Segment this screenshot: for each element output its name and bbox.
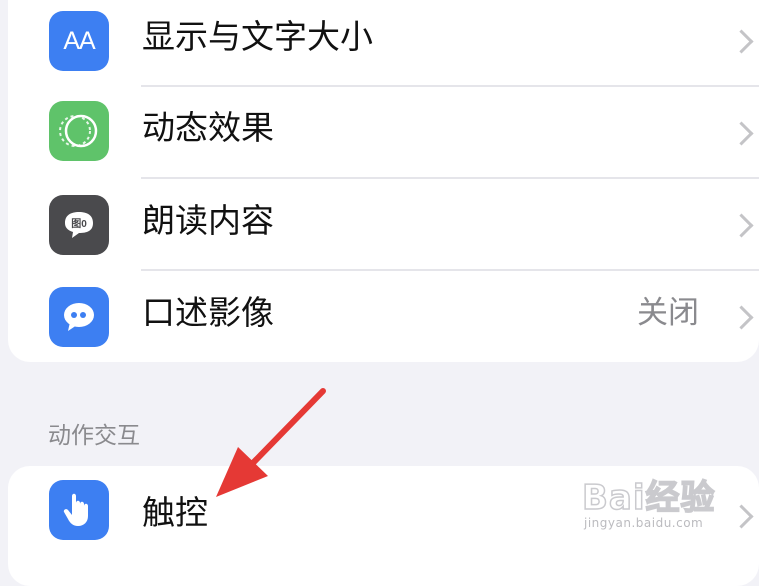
- chevron-right-icon: [729, 121, 754, 146]
- row-display-text-size[interactable]: AA 显示与文字大小: [8, 0, 759, 87]
- row-motion[interactable]: 动态效果: [8, 87, 759, 179]
- chevron-right-icon: [729, 213, 754, 238]
- row-value: 关闭: [637, 295, 699, 331]
- touch-icon: [49, 480, 109, 540]
- row-label: 触控: [142, 493, 208, 532]
- chevron-right-icon: [729, 504, 754, 529]
- row-label: 口述影像: [142, 293, 274, 332]
- settings-group-vision: AA 显示与文字大小 动态效果 图0 朗读内容 口述影像 关闭: [8, 0, 759, 362]
- section-header: 动作交互: [48, 423, 140, 449]
- motion-glyph: [59, 114, 98, 148]
- spoken-content-icon: 图0: [49, 195, 109, 255]
- hand-glyph: [63, 493, 88, 526]
- chevron-right-icon: [729, 305, 754, 330]
- audio-descriptions-icon: [49, 287, 109, 347]
- quote-bubble-glyph: [64, 303, 94, 331]
- svg-text:图0: 图0: [71, 218, 87, 230]
- speech-bubble-glyph: 图0: [65, 212, 93, 238]
- text-size-glyph: AA: [63, 26, 95, 55]
- baidu-jingyan-watermark: Bai经验 jingyan.baidu.com: [578, 466, 728, 536]
- row-label: 动态效果: [142, 108, 274, 147]
- row-label: 显示与文字大小: [142, 17, 373, 56]
- chevron-right-icon: [729, 29, 754, 54]
- row-label: 朗读内容: [142, 201, 274, 240]
- watermark-url: jingyan.baidu.com: [584, 516, 704, 530]
- row-audio-descriptions[interactable]: 口述影像 关闭: [8, 271, 759, 362]
- row-spoken-content[interactable]: 图0 朗读内容: [8, 179, 759, 271]
- watermark-logo: Bai经验: [581, 477, 716, 519]
- text-size-icon: AA: [49, 11, 109, 71]
- motion-icon: [49, 101, 109, 161]
